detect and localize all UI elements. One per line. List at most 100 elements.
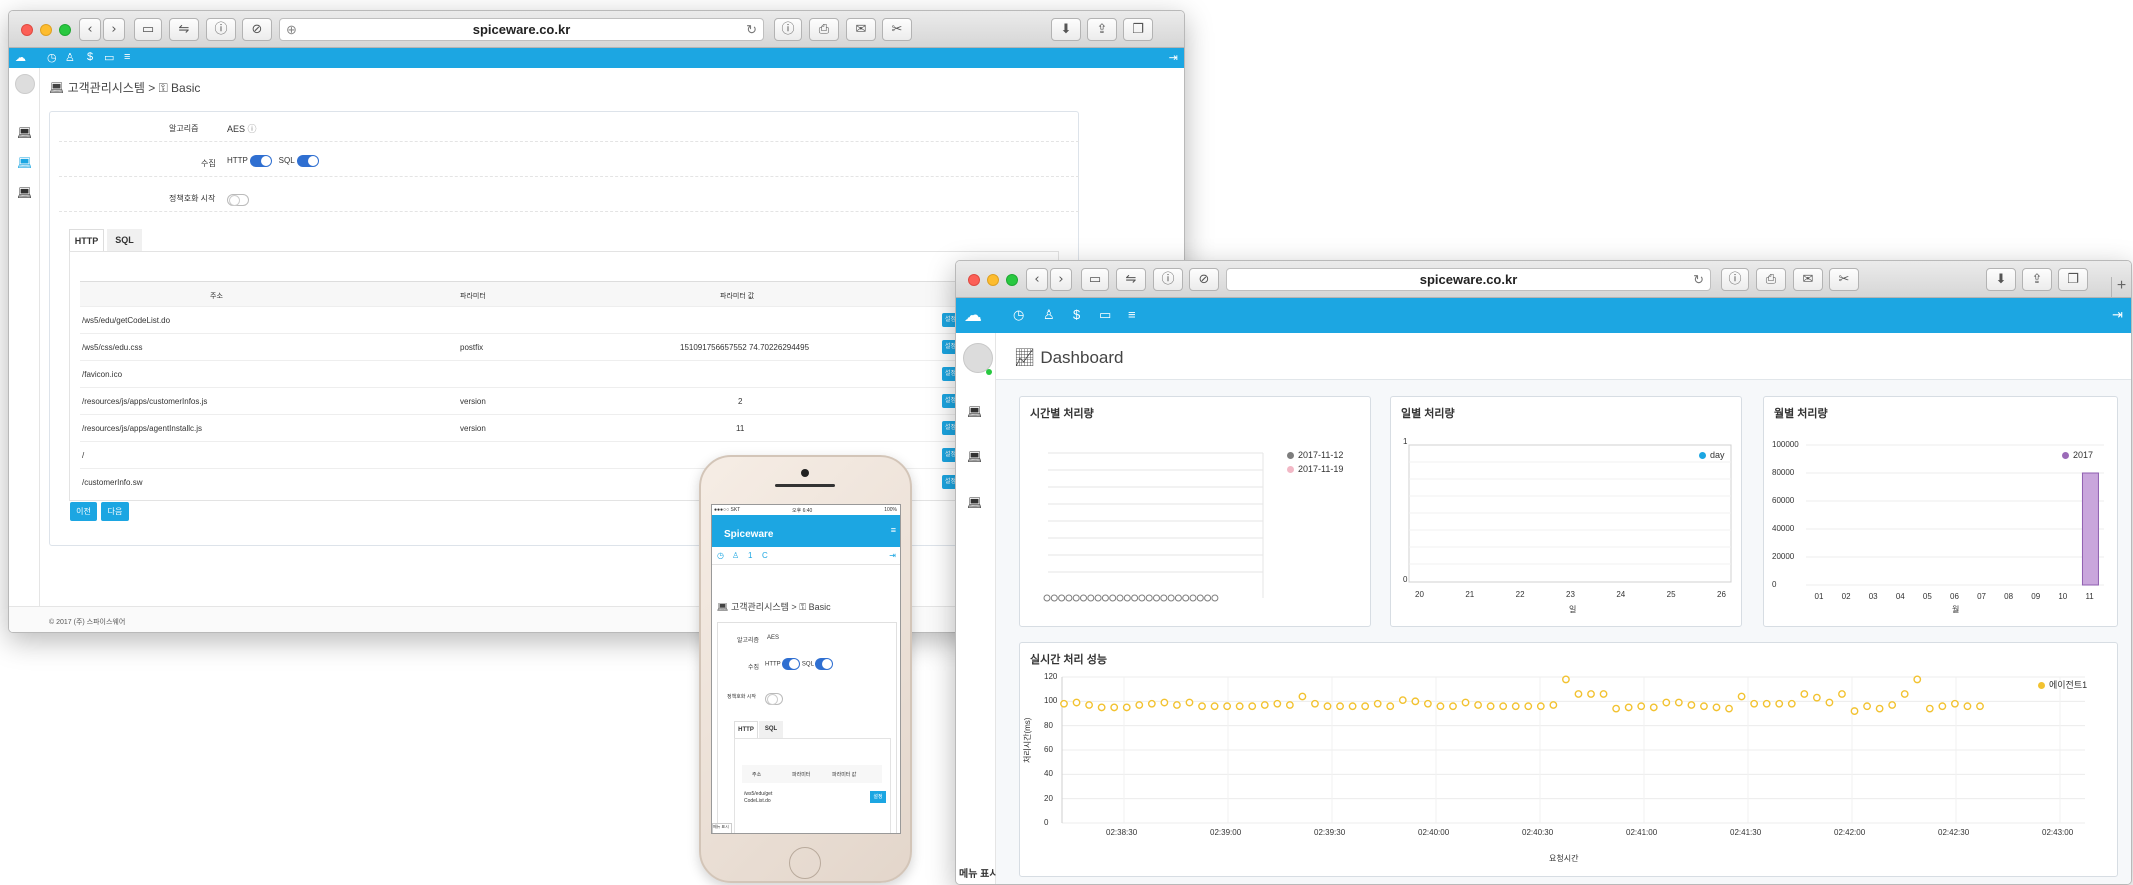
laptop-icon[interactable]: 💻︎ (17, 156, 32, 170)
prev-button[interactable]: 이전 (70, 502, 97, 521)
download-icon[interactable]: ⬇ (1051, 18, 1081, 41)
laptop-icon[interactable]: 💻︎ (967, 450, 982, 464)
menu-icon[interactable]: ≡ (891, 525, 896, 535)
logout-icon[interactable]: ⇥ (889, 551, 896, 560)
cloud-logo-icon[interactable]: ☁ (964, 305, 982, 326)
logout-icon[interactable]: ⇥ (2112, 307, 2123, 323)
http-toggle[interactable] (782, 658, 801, 670)
print-icon[interactable]: ⎙ (809, 18, 839, 41)
dashboard-icon[interactable]: ◷ (1013, 307, 1024, 323)
legend-item[interactable]: 2017-11-12 (1287, 450, 1343, 460)
minimize-window-button[interactable] (40, 24, 52, 36)
print-icon[interactable]: ⎙ (1756, 268, 1786, 291)
user-icon[interactable]: ♙ (1043, 307, 1055, 323)
reload-icon[interactable]: ↻ (1693, 269, 1704, 290)
minimize-window-button[interactable] (987, 274, 999, 286)
password-icon[interactable]: ⓘ (1153, 268, 1183, 291)
laptop-icon[interactable]: 💻︎ (967, 496, 982, 510)
tab-http[interactable]: HTTP (734, 721, 758, 738)
address-bar[interactable]: spiceware.co.kr ↻ (1226, 268, 1711, 291)
http-toggle[interactable] (249, 155, 272, 167)
sql-toggle[interactable] (815, 658, 834, 670)
user-icon[interactable]: ♙ (732, 551, 739, 560)
password-icon[interactable]: ⓘ (206, 18, 236, 41)
legend-item[interactable]: 2017-11-19 (1287, 464, 1343, 474)
cloud-logo-icon[interactable]: ☁ (15, 51, 26, 64)
reload-icon[interactable]: ↻ (746, 19, 757, 40)
sidebar-toggle-icon[interactable]: ▭ (134, 18, 162, 41)
data-point (1712, 703, 1721, 712)
tab-http[interactable]: HTTP (69, 229, 104, 251)
breadcrumb-root[interactable]: 고객관리시스템 (731, 602, 789, 612)
next-button[interactable]: 다음 (101, 502, 129, 521)
dashboard-icon[interactable]: ◷ (717, 551, 724, 560)
new-tab-button[interactable]: + (2111, 277, 2131, 297)
sidebar-toggle-icon[interactable]: ▭ (1081, 268, 1109, 291)
legend-item[interactable]: day (1699, 450, 1725, 460)
info-icon[interactable]: ⓘ (1721, 268, 1749, 291)
zoom-window-button[interactable] (1006, 274, 1018, 286)
speaker-grille (775, 484, 835, 487)
forward-arrow-icon[interactable]: › (103, 18, 125, 41)
help-icon[interactable]: ⓘ (248, 124, 257, 134)
zoom-window-button[interactable] (59, 24, 71, 36)
mail-icon[interactable]: ✉ (846, 18, 876, 41)
row-settings-button[interactable]: 설정 (870, 791, 886, 803)
laptop-icon[interactable]: 💻︎ (967, 405, 982, 419)
tab-view-icon[interactable]: ⇋ (1116, 268, 1146, 291)
billing-icon[interactable]: 1 (748, 551, 752, 560)
monitor-icon[interactable]: ▭ (104, 51, 114, 64)
tabs-overview-icon[interactable]: ❐ (1123, 18, 1153, 41)
laptop-icon: 💻︎ (49, 81, 65, 95)
y-tick-label: 0 (1772, 580, 1777, 589)
sql-toggle[interactable] (296, 155, 319, 167)
tabs-overview-icon[interactable]: ❐ (2058, 268, 2088, 291)
info-icon[interactable]: ⓘ (774, 18, 802, 41)
y-tick-label: 1 (1403, 437, 1408, 446)
mail-icon[interactable]: ✉ (1793, 268, 1823, 291)
back-arrow-icon[interactable]: ‹ (1026, 268, 1048, 291)
close-window-button[interactable] (21, 24, 33, 36)
logout-icon[interactable]: ⇥ (1169, 51, 1178, 64)
billing-icon[interactable]: $ (87, 51, 93, 63)
menu-icon[interactable]: ≡ (1128, 307, 1136, 322)
menu-show-toggle[interactable]: 메뉴 표시 (712, 823, 732, 833)
extension-icon[interactable]: ⊘ (1189, 268, 1219, 291)
menu-icon[interactable]: ≡ (124, 51, 130, 63)
address-cell: /resources/js/apps/agentInstallc.js (82, 424, 203, 433)
monitor-icon[interactable]: ▭ (1099, 307, 1111, 323)
laptop-icon[interactable]: 💻︎ (17, 186, 32, 200)
legend-item[interactable]: 에이전트1 (2038, 678, 2087, 691)
download-icon[interactable]: ⬇ (1986, 268, 2016, 291)
policy-toggle[interactable] (227, 193, 249, 206)
user-icon[interactable]: ♙ (65, 51, 75, 64)
data-point (1750, 699, 1759, 708)
page-title: 📈︎ Dashboard (1014, 348, 1124, 367)
close-window-button[interactable] (968, 274, 980, 286)
brand-logo[interactable]: Spiceware (724, 529, 773, 540)
legend-item[interactable]: 2017 (2062, 450, 2093, 460)
menu-show-toggle[interactable]: 메뉴 표시 (959, 865, 999, 880)
refresh-icon[interactable]: C (762, 551, 768, 560)
screenshot-icon[interactable]: ✂ (1829, 268, 1859, 291)
tab-sql[interactable]: SQL (107, 229, 142, 251)
tab-view-icon[interactable]: ⇋ (169, 18, 199, 41)
policy-toggle[interactable] (765, 692, 783, 705)
tab-sql[interactable]: SQL (759, 721, 783, 738)
share-icon[interactable]: ⇪ (1087, 18, 1117, 41)
y-tick-label: 120 (1044, 672, 1058, 681)
forward-arrow-icon[interactable]: › (1050, 268, 1072, 291)
share-icon[interactable]: ⇪ (2022, 268, 2052, 291)
laptop-icon[interactable]: 💻︎ (17, 126, 32, 140)
iphone-mockup: ●●●○○ SKT 오후 6:40 100% Spiceware ≡ ◷ ♙ 1… (699, 455, 912, 883)
back-arrow-icon[interactable]: ‹ (79, 18, 101, 41)
breadcrumb-root[interactable]: 고객관리시스템 (68, 81, 145, 95)
screenshot-icon[interactable]: ✂ (882, 18, 912, 41)
data-point (1549, 701, 1558, 709)
dashboard-icon[interactable]: ◷ (47, 51, 57, 64)
extension-icon[interactable]: ⊘ (242, 18, 272, 41)
home-button[interactable] (789, 847, 821, 879)
avatar[interactable] (15, 74, 35, 94)
billing-icon[interactable]: $ (1073, 307, 1080, 322)
address-bar[interactable]: ⊕ spiceware.co.kr ↻ (279, 18, 764, 41)
